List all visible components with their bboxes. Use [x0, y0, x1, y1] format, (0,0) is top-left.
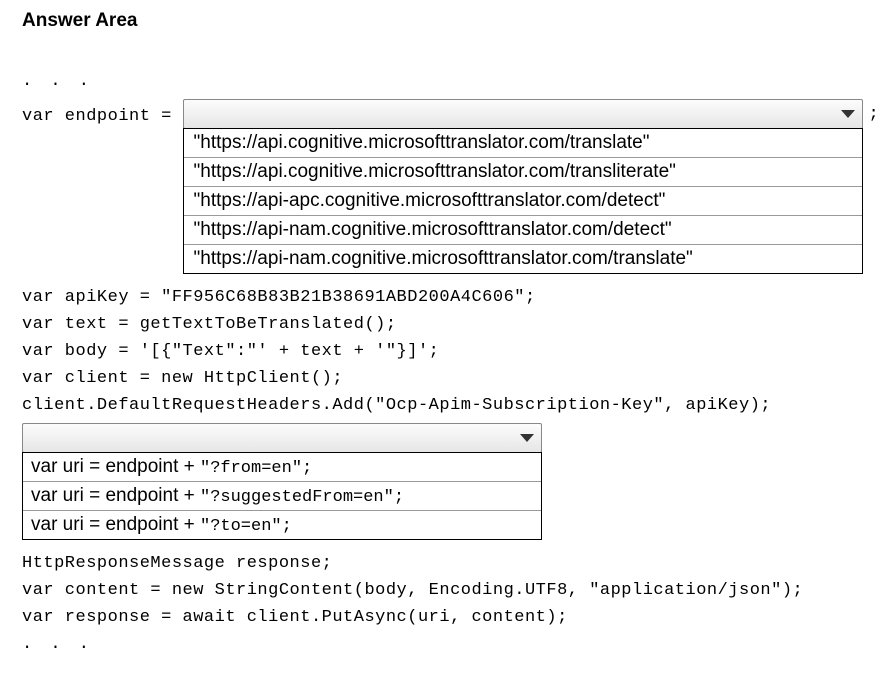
chevron-down-icon — [519, 433, 535, 443]
code-line-text: var text = getTextToBeTranslated(); — [22, 315, 862, 334]
endpoint-dropdown[interactable] — [183, 99, 863, 129]
uri-option-suffix: "?to=en"; — [200, 517, 292, 536]
chevron-down-icon — [840, 109, 856, 119]
endpoint-option[interactable]: "https://api.cognitive.microsofttranslat… — [184, 129, 862, 158]
uri-option[interactable]: var uri = endpoint + "?suggestedFrom=en"… — [23, 482, 541, 511]
uri-option-suffix: "?suggestedFrom=en"; — [200, 488, 404, 507]
code-line-apikey: var apiKey = "FF956C68B83B21B38691ABD200… — [22, 288, 862, 307]
code-line-header: client.DefaultRequestHeaders.Add("Ocp-Ap… — [22, 396, 862, 415]
uri-option-suffix: "?from=en"; — [200, 459, 312, 478]
endpoint-option[interactable]: "https://api.cognitive.microsofttranslat… — [184, 158, 862, 187]
code-line-client: var client = new HttpClient(); — [22, 369, 862, 388]
code-line-response: var response = await client.PutAsync(uri… — [22, 608, 862, 627]
page-title: Answer Area — [22, 10, 862, 32]
code-line-content: var content = new StringContent(body, En… — [22, 581, 862, 600]
uri-option-prefix: var uri = endpoint + — [31, 514, 200, 535]
code-line-responsedecl: HttpResponseMessage response; — [22, 554, 862, 573]
ellipsis-bottom: . . . — [22, 635, 862, 654]
endpoint-semicolon: ; — [863, 99, 879, 124]
code-line-body: var body = '[{"Text":"' + text + '"}]'; — [22, 342, 862, 361]
uri-option-prefix: var uri = endpoint + — [31, 485, 200, 506]
uri-dropdown[interactable] — [22, 423, 542, 453]
endpoint-option[interactable]: "https://api-apc.cognitive.microsofttran… — [184, 187, 862, 216]
uri-option-prefix: var uri = endpoint + — [31, 456, 200, 477]
uri-option[interactable]: var uri = endpoint + "?to=en"; — [23, 511, 541, 539]
uri-options-list: var uri = endpoint + "?from=en"; var uri… — [22, 452, 542, 540]
endpoint-var-label: var endpoint = — [22, 99, 183, 126]
endpoint-option[interactable]: "https://api-nam.cognitive.microsofttran… — [184, 245, 862, 273]
endpoint-options-list: "https://api.cognitive.microsofttranslat… — [183, 128, 863, 274]
uri-option[interactable]: var uri = endpoint + "?from=en"; — [23, 453, 541, 482]
ellipsis-top: . . . — [22, 72, 862, 91]
endpoint-option[interactable]: "https://api-nam.cognitive.microsofttran… — [184, 216, 862, 245]
